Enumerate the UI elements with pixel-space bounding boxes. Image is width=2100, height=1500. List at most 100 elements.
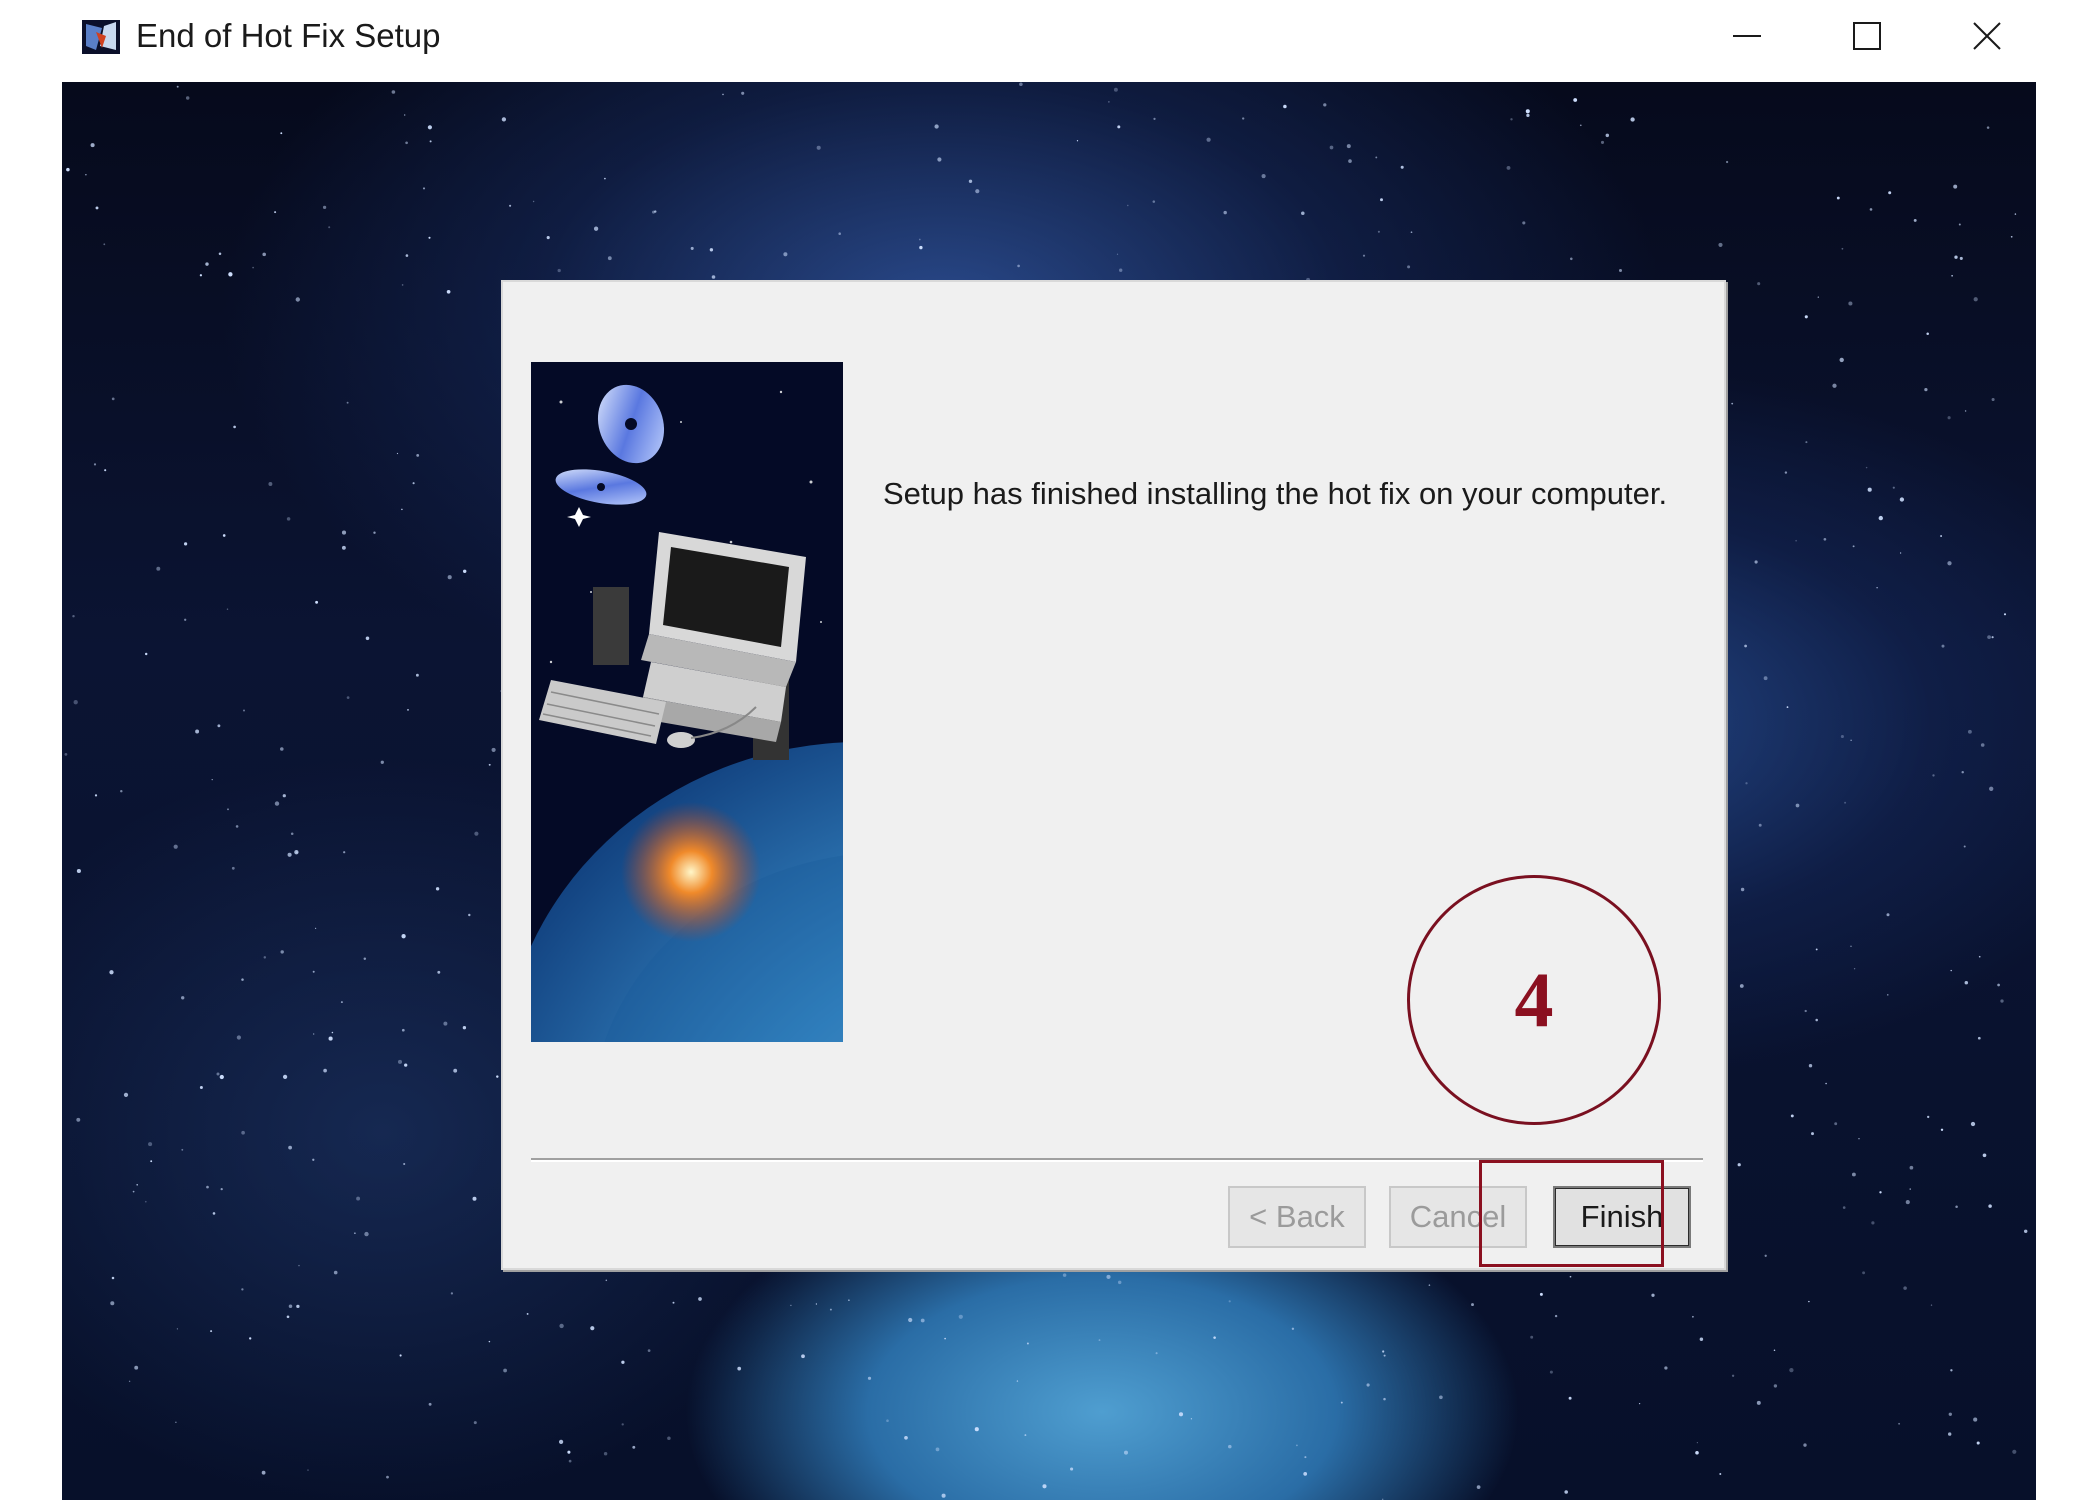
star xyxy=(274,801,280,806)
star xyxy=(1699,1337,1704,1341)
star xyxy=(1757,282,1761,286)
star xyxy=(85,174,87,176)
star xyxy=(607,256,612,261)
star xyxy=(128,1380,131,1383)
star xyxy=(1804,1009,1807,1013)
star xyxy=(1261,174,1266,179)
star xyxy=(1786,706,1789,708)
star xyxy=(1836,196,1840,200)
star xyxy=(604,177,606,180)
star xyxy=(1804,315,1808,319)
star xyxy=(1903,1286,1907,1290)
star xyxy=(790,1304,792,1307)
star xyxy=(603,1451,608,1456)
star xyxy=(1832,383,1837,388)
star xyxy=(647,1349,651,1352)
star xyxy=(2023,1229,2028,1234)
star xyxy=(1070,1467,1074,1471)
star xyxy=(1190,1418,1193,1420)
star xyxy=(222,534,226,537)
star xyxy=(1932,774,1935,777)
star xyxy=(307,1469,309,1471)
star xyxy=(296,851,298,854)
star xyxy=(1737,1163,1741,1167)
star xyxy=(373,531,376,534)
star xyxy=(1383,1397,1386,1401)
star xyxy=(1731,402,1734,405)
star xyxy=(288,1304,293,1308)
star xyxy=(474,831,479,836)
star xyxy=(1963,845,1966,848)
window-title-bar[interactable]: End of Hot Fix Setup xyxy=(62,0,2036,82)
star xyxy=(1763,676,1768,681)
star xyxy=(110,1301,115,1306)
star xyxy=(1283,104,1287,109)
star xyxy=(1930,1304,1933,1306)
star xyxy=(1948,1432,1952,1436)
star xyxy=(401,284,404,286)
star xyxy=(216,1072,220,1076)
star xyxy=(1206,137,1211,142)
star xyxy=(427,125,432,130)
star xyxy=(175,1421,177,1423)
star xyxy=(236,1035,242,1040)
star xyxy=(1522,221,1526,225)
star xyxy=(211,778,213,781)
star xyxy=(1892,486,1895,489)
star xyxy=(1117,1280,1122,1285)
star xyxy=(120,789,123,793)
star xyxy=(559,1323,564,1329)
star xyxy=(176,1328,179,1330)
close-button[interactable] xyxy=(1932,0,2042,72)
star xyxy=(365,636,370,641)
minimize-button[interactable] xyxy=(1692,0,1802,72)
star xyxy=(944,1337,946,1340)
star xyxy=(1848,301,1853,306)
star xyxy=(1340,1401,1343,1404)
star xyxy=(315,600,319,604)
star xyxy=(1955,1205,1958,1209)
star xyxy=(1811,1132,1814,1136)
star xyxy=(313,1033,315,1035)
star xyxy=(1223,210,1227,215)
star xyxy=(312,1158,315,1161)
star xyxy=(1853,968,1856,970)
star xyxy=(1116,253,1119,255)
star xyxy=(242,709,246,712)
star xyxy=(1098,1339,1101,1342)
star xyxy=(1719,1473,1722,1475)
star xyxy=(2000,999,2004,1003)
star xyxy=(1377,230,1380,233)
star xyxy=(1375,156,1378,159)
star xyxy=(103,243,106,246)
maximize-button[interactable] xyxy=(1812,0,1922,72)
star xyxy=(667,1436,671,1441)
star xyxy=(1568,1396,1572,1400)
star xyxy=(298,1264,300,1267)
star xyxy=(918,238,921,241)
star xyxy=(205,262,209,266)
star xyxy=(1948,1412,1952,1416)
star xyxy=(605,1279,608,1282)
back-button[interactable]: < Back xyxy=(1228,1186,1366,1248)
star xyxy=(1909,1188,1911,1190)
star xyxy=(473,1421,477,1425)
star xyxy=(1745,782,1748,785)
star xyxy=(1323,103,1327,107)
star xyxy=(428,236,431,239)
star xyxy=(472,1196,477,1201)
star xyxy=(1618,268,1623,273)
star xyxy=(567,1450,571,1454)
star xyxy=(1862,1271,1866,1275)
star xyxy=(1805,441,1808,444)
star xyxy=(1850,945,1852,947)
star xyxy=(1725,160,1729,164)
star xyxy=(343,851,346,854)
star xyxy=(136,1184,138,1186)
star xyxy=(428,1402,432,1406)
star xyxy=(1651,1293,1655,1297)
window-title: End of Hot Fix Setup xyxy=(136,17,441,54)
star xyxy=(546,236,550,240)
star xyxy=(1383,1354,1386,1357)
star xyxy=(1852,545,1855,548)
